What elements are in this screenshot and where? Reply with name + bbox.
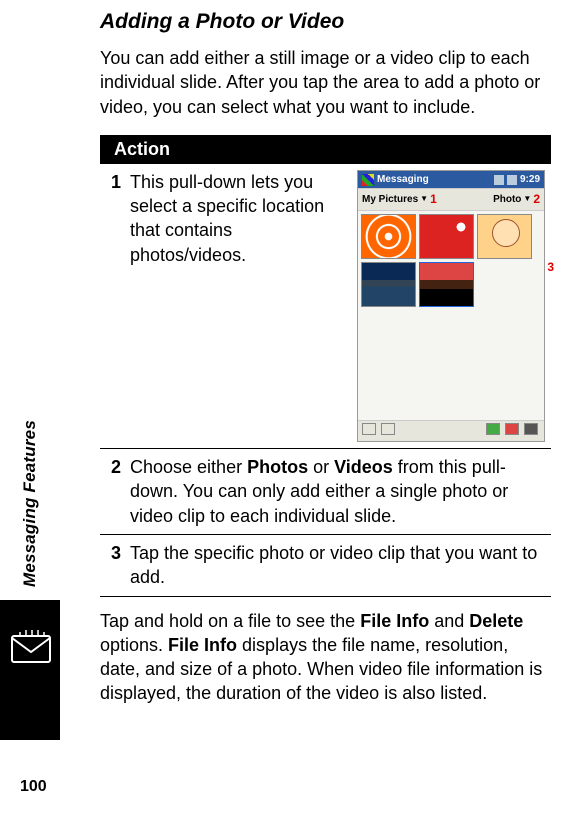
- messaging-icon: [10, 630, 52, 668]
- side-tab-label: Messaging Features: [20, 420, 40, 587]
- table-header: Action: [100, 135, 551, 164]
- status-icon: [494, 175, 504, 185]
- closing-paragraph: Tap and hold on a file to see the File I…: [100, 609, 551, 706]
- signal-icon: [507, 175, 517, 185]
- step-number: 3: [100, 534, 130, 596]
- intro-paragraph: You can add either a still image or a vi…: [100, 46, 551, 119]
- keyboard-icon[interactable]: [524, 423, 538, 435]
- step-number: 1: [100, 164, 130, 449]
- para-fragment: and: [429, 611, 469, 631]
- step-number: 2: [100, 449, 130, 535]
- table-row: 2 Choose either Photos or Videos from th…: [100, 449, 551, 535]
- step-text: Tap the specific photo or video clip tha…: [130, 543, 537, 587]
- para-fragment: Tap and hold on a file to see the: [100, 611, 360, 631]
- photo-thumbnail[interactable]: [419, 214, 474, 259]
- mockup-title: Messaging: [377, 173, 429, 187]
- toolbar-icon[interactable]: [362, 423, 376, 435]
- mockup-toolbar: My Pictures ▼ 1 Photo ▼ 2: [358, 188, 544, 210]
- photo-thumbnail[interactable]: [361, 214, 416, 259]
- step-text: This pull-down lets you select a specifi…: [130, 170, 347, 267]
- location-label: My Pictures: [362, 193, 418, 207]
- page: Adding a Photo or Video You can add eith…: [0, 0, 581, 818]
- callout-2: 2: [533, 191, 540, 207]
- side-tab: Messaging Features: [20, 420, 76, 587]
- action-table: Action 1 This pull-down lets you select …: [100, 135, 551, 597]
- mockup-clock: 9:29: [520, 173, 540, 187]
- toolbar-icon[interactable]: [381, 423, 395, 435]
- ui-term: Photos: [247, 457, 308, 477]
- device-mockup: Messaging 9:29 My Pictures ▼: [357, 170, 545, 442]
- section-heading: Adding a Photo or Video: [100, 10, 551, 34]
- mockup-titlebar: Messaging 9:29: [358, 171, 544, 189]
- location-dropdown[interactable]: My Pictures ▼ 1: [362, 191, 437, 207]
- para-fragment: options.: [100, 635, 168, 655]
- ui-term: Videos: [334, 457, 393, 477]
- type-dropdown[interactable]: Photo ▼ 2: [493, 191, 540, 207]
- step-body: Choose either Photos or Videos from this…: [130, 449, 551, 535]
- step-text-fragment: Choose either: [130, 457, 247, 477]
- photo-thumbnail[interactable]: [361, 262, 416, 307]
- table-header-row: Action: [100, 135, 551, 164]
- type-label: Photo: [493, 193, 521, 207]
- ui-term: Delete: [469, 611, 523, 631]
- callout-1: 1: [430, 191, 437, 207]
- start-icon: [362, 174, 374, 186]
- thumbnail-grid: 3: [358, 211, 544, 310]
- page-number: 100: [20, 778, 47, 796]
- step-body: Tap the specific photo or video clip tha…: [130, 534, 551, 596]
- mockup-bottombar: [358, 420, 544, 442]
- ui-term: File Info: [168, 635, 237, 655]
- side-tab-block: [0, 600, 60, 740]
- photo-thumbnail[interactable]: [477, 214, 532, 259]
- chevron-down-icon: ▼: [523, 194, 531, 205]
- callout-3: 3: [547, 259, 554, 275]
- cancel-icon[interactable]: [505, 423, 519, 435]
- chevron-down-icon: ▼: [420, 194, 428, 205]
- table-row: 1 This pull-down lets you select a speci…: [100, 164, 551, 449]
- photo-thumbnail[interactable]: [419, 262, 474, 307]
- ui-term: File Info: [360, 611, 429, 631]
- table-row: 3 Tap the specific photo or video clip t…: [100, 534, 551, 596]
- mockup-body: [358, 310, 544, 420]
- ok-icon[interactable]: [486, 423, 500, 435]
- step-text-fragment: or: [308, 457, 334, 477]
- step-body: This pull-down lets you select a specifi…: [130, 164, 551, 449]
